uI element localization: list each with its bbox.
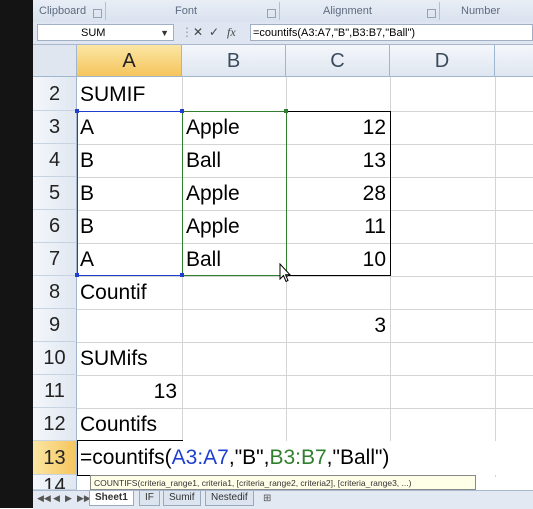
formula-input[interactable]: =countifs(A3:A7,"B",B3:B7,"Ball") [250, 24, 533, 41]
column-header-e[interactable] [495, 45, 533, 77]
font-launcher-icon[interactable] [267, 9, 276, 18]
formula-criteria1: ,"B", [228, 446, 270, 469]
clipboard-launcher-icon[interactable] [93, 9, 102, 18]
row-header-12[interactable]: 12 [33, 408, 77, 441]
select-all-corner[interactable] [33, 45, 77, 77]
column-header-b[interactable]: B [182, 45, 286, 77]
cell-b5[interactable]: Apple [186, 182, 240, 206]
sheet-tab-if[interactable]: IF [139, 491, 160, 506]
ribbon-separator [105, 2, 106, 20]
cell-c5[interactable]: 28 [290, 182, 386, 206]
gridline [77, 276, 533, 277]
name-box-value: SUM [81, 27, 106, 39]
ribbon-group-clipboard: Clipboard [39, 5, 87, 17]
formula-bar-grip-icon: ⋮ [181, 25, 193, 39]
cell-a4[interactable]: B [80, 149, 94, 173]
window-left-edge [0, 0, 33, 508]
gridline [77, 408, 533, 409]
cell-b4[interactable]: Ball [186, 149, 221, 173]
cell-c7[interactable]: 10 [290, 248, 386, 272]
cell-c6[interactable]: 11 [290, 215, 386, 239]
row-header-2[interactable]: 2 [33, 77, 77, 111]
formula-ref-b3-b7: B3:B7 [269, 446, 327, 469]
row-header-10[interactable]: 10 [33, 342, 77, 375]
row-header-14[interactable]: 14 [33, 475, 77, 490]
cell-b7[interactable]: Ball [186, 248, 221, 272]
row-header-8[interactable]: 8 [33, 276, 77, 309]
row-header-5[interactable]: 5 [33, 177, 77, 210]
ribbon-separator [279, 2, 280, 20]
cell-a5[interactable]: B [80, 182, 94, 206]
cell-c3[interactable]: 12 [290, 116, 386, 140]
cancel-icon[interactable]: ✕ [193, 25, 203, 39]
range-handle[interactable] [75, 109, 79, 113]
column-header-a[interactable]: A [77, 45, 182, 77]
cell-a8[interactable]: Countif [80, 281, 147, 305]
range-handle[interactable] [284, 109, 288, 113]
row-header-13[interactable]: 13 [33, 441, 77, 475]
cell-c4[interactable]: 13 [290, 149, 386, 173]
cell-c9[interactable]: 3 [290, 314, 386, 338]
range-handle[interactable] [180, 109, 184, 113]
sheet-tab-nestedif[interactable]: Nestedif [205, 491, 254, 506]
range-handle[interactable] [180, 273, 184, 277]
gridline [77, 309, 533, 310]
enter-icon[interactable]: ✓ [209, 25, 219, 39]
name-box[interactable]: SUM ▼ [37, 24, 174, 41]
gridline [77, 342, 533, 343]
ribbon-separator [439, 2, 440, 20]
ribbon-group-alignment: Alignment [323, 5, 372, 17]
formula-bar: SUM ▼ ⋮ ✕ ✓ fx =countifs(A3:A7,"B",B3:B7… [33, 22, 533, 45]
formula-criteria2: ,"Ball") [326, 446, 390, 469]
sheet-tab-sheet1[interactable]: Sheet1 [89, 491, 134, 506]
cell-a2[interactable]: SUMIF [80, 83, 145, 107]
mouse-pointer-icon [279, 263, 291, 283]
gridline [77, 375, 533, 376]
cell-a10[interactable]: SUMifs [80, 347, 148, 371]
ribbon-group-font: Font [175, 5, 198, 17]
first-sheet-icon[interactable]: ◀◀ [37, 493, 51, 504]
ribbon-group-number: Number [461, 5, 501, 17]
insert-sheet-icon[interactable]: ⊞ [263, 493, 271, 504]
next-sheet-icon[interactable]: ▶ [65, 493, 72, 504]
function-argument-tooltip[interactable]: COUNTIFS(criteria_range1, criteria1, [cr… [90, 475, 476, 490]
insert-function-icon[interactable]: fx [227, 25, 236, 40]
cell-a6[interactable]: B [80, 215, 94, 239]
row-header-11[interactable]: 11 [33, 375, 77, 408]
cell-a11[interactable]: 13 [80, 380, 177, 404]
column-header-d[interactable]: D [390, 45, 495, 77]
sheet-tab-sumif[interactable]: Sumif [163, 491, 201, 506]
row-header-9[interactable]: 9 [33, 309, 77, 342]
column-header-c[interactable]: C [286, 45, 390, 77]
range-handle[interactable] [75, 273, 79, 277]
sheet-tab-bar: ◀◀ ◀ ▶ ▶▶ Sheet1 IF Sumif Nestedif ⊞ [33, 490, 533, 509]
row-header-7[interactable]: 7 [33, 243, 77, 276]
prev-sheet-icon[interactable]: ◀ [53, 493, 60, 504]
row-header-3[interactable]: 3 [33, 111, 77, 144]
ribbon-group-labels: Clipboard Font Alignment Number [33, 0, 533, 23]
alignment-launcher-icon[interactable] [427, 9, 436, 18]
name-box-dropdown-icon[interactable]: ▼ [160, 25, 169, 42]
cell-a3[interactable]: A [80, 116, 94, 140]
row-header-4[interactable]: 4 [33, 144, 77, 177]
cell-b6[interactable]: Apple [186, 215, 240, 239]
cell-a12[interactable]: Countifs [80, 413, 157, 437]
gridline [495, 77, 496, 477]
active-cell-border [77, 440, 183, 476]
row-header-6[interactable]: 6 [33, 210, 77, 243]
cell-a7[interactable]: A [80, 248, 94, 272]
cell-b3[interactable]: Apple [186, 116, 240, 140]
